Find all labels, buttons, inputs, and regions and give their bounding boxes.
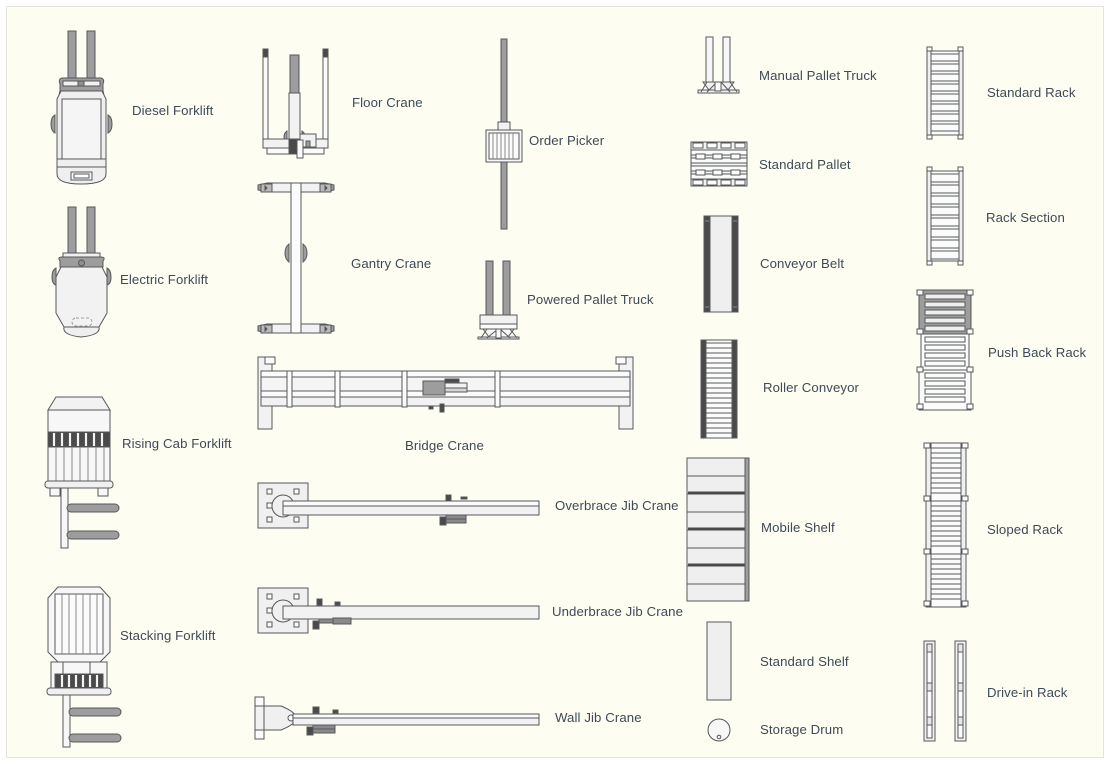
label-standard-rack: Standard Rack: [987, 85, 1076, 100]
label-stacking-forklift: Stacking Forklift: [120, 628, 216, 643]
shape-powered-pallet-truck[interactable]: [475, 259, 523, 340]
shape-electric-forklift[interactable]: [49, 205, 129, 340]
shape-drive-in-rack[interactable]: [922, 639, 970, 743]
label-push-back-rack: Push Back Rack: [988, 345, 1087, 360]
shape-storage-drum[interactable]: [706, 717, 732, 743]
shape-stacking-forklift[interactable]: [42, 582, 142, 748]
shape-bridge-crane[interactable]: [247, 352, 647, 430]
label-storage-drum: Storage Drum: [760, 722, 844, 737]
shape-rack-section[interactable]: [925, 166, 965, 266]
label-drive-in-rack: Drive-in Rack: [987, 685, 1068, 700]
shape-underbrace-jib-crane[interactable]: [257, 585, 549, 635]
label-conveyor-belt: Conveyor Belt: [760, 256, 845, 271]
label-wall-jib-crane: Wall Jib Crane: [555, 710, 642, 725]
shape-standard-shelf[interactable]: [706, 621, 732, 701]
label-electric-forklift: Electric Forklift: [120, 272, 209, 287]
label-mobile-shelf: Mobile Shelf: [761, 520, 835, 535]
shape-wall-jib-crane[interactable]: [251, 692, 547, 742]
shape-mobile-shelf[interactable]: [686, 457, 750, 602]
shape-roller-conveyor[interactable]: [700, 339, 738, 439]
shape-conveyor-belt[interactable]: [703, 214, 739, 314]
label-order-picker: Order Picker: [529, 133, 605, 148]
label-floor-crane: Floor Crane: [352, 95, 423, 110]
label-gantry-crane: Gantry Crane: [351, 256, 432, 271]
label-underbrace-jib-crane: Underbrace Jib Crane: [552, 604, 684, 619]
label-sloped-rack: Sloped Rack: [987, 522, 1063, 537]
stencil-canvas: Diesel Forklift Electric Forklift Rising…: [6, 6, 1104, 758]
label-powered-pallet-truck: Powered Pallet Truck: [527, 292, 654, 307]
shape-manual-pallet-truck[interactable]: [697, 35, 741, 97]
label-roller-conveyor: Roller Conveyor: [763, 380, 860, 395]
shape-gantry-crane[interactable]: [253, 179, 339, 337]
shape-sloped-rack[interactable]: [922, 442, 970, 608]
label-rack-section: Rack Section: [986, 210, 1065, 225]
shape-overbrace-jib-crane[interactable]: [257, 480, 549, 530]
label-diesel-forklift: Diesel Forklift: [132, 103, 214, 118]
label-rising-cab-forklift: Rising Cab Forklift: [122, 436, 232, 451]
shape-standard-pallet[interactable]: [690, 141, 748, 187]
shape-order-picker[interactable]: [485, 37, 525, 232]
shape-push-back-rack[interactable]: [915, 289, 975, 411]
label-standard-pallet: Standard Pallet: [759, 157, 851, 172]
shape-standard-rack[interactable]: [925, 46, 965, 140]
shape-floor-crane[interactable]: [259, 35, 337, 160]
label-manual-pallet-truck: Manual Pallet Truck: [759, 68, 877, 83]
label-bridge-crane: Bridge Crane: [405, 438, 484, 453]
label-overbrace-jib-crane: Overbrace Jib Crane: [555, 498, 679, 513]
shape-rising-cab-forklift[interactable]: [42, 392, 137, 549]
shape-diesel-forklift[interactable]: [49, 29, 129, 185]
label-standard-shelf: Standard Shelf: [760, 654, 849, 669]
